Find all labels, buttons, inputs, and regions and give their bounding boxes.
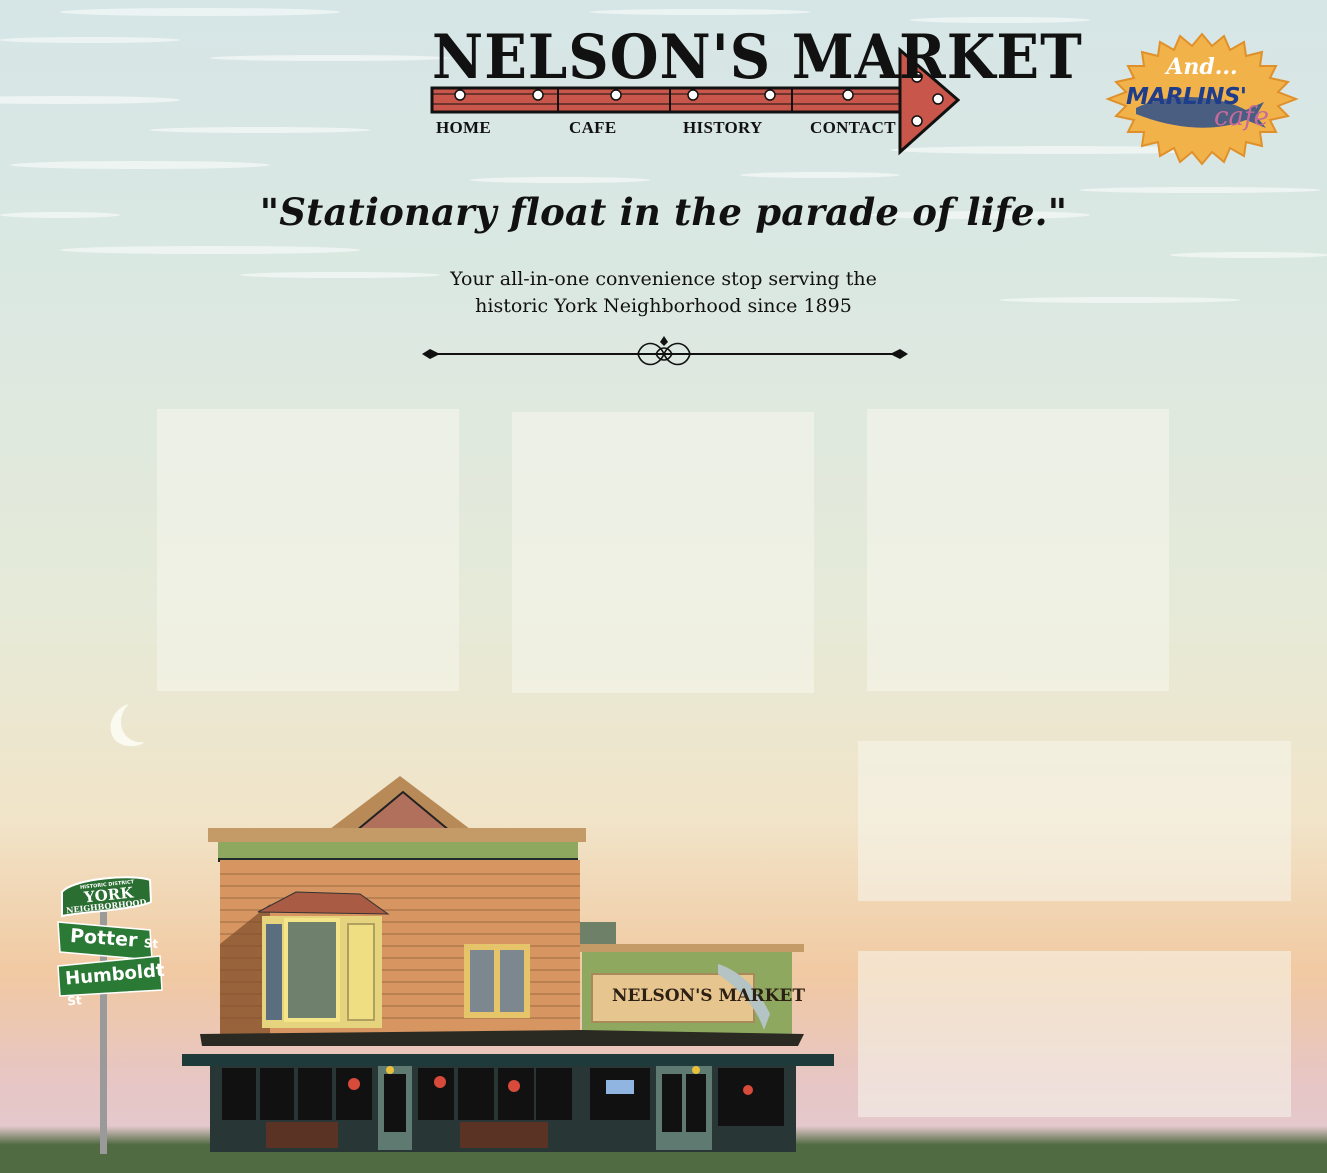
main-nav: HOME CAFE HISTORY CONTACT bbox=[436, 118, 896, 140]
site-logo[interactable]: NELSON'S MARKET HOME CAFE HISTORY CONTAC… bbox=[430, 22, 1082, 157]
logo-title: NELSON'S MARKET bbox=[432, 22, 1083, 94]
sign-street-1-suffix: St bbox=[143, 936, 159, 952]
moon-icon bbox=[110, 704, 145, 747]
badge-intro: And... bbox=[1166, 54, 1238, 80]
intro-text: Your all-in-one convenience stop serving… bbox=[0, 266, 1327, 320]
content-panel-2 bbox=[512, 412, 814, 693]
content-panel-3 bbox=[867, 409, 1169, 691]
storefront-sign-text: NELSON'S MARKET bbox=[612, 986, 805, 1006]
nav-contact[interactable]: CONTACT bbox=[810, 118, 896, 138]
badge-suffix: cafe bbox=[1214, 102, 1270, 132]
storefront-illustration bbox=[182, 776, 834, 1152]
tagline: "Stationary float in the parade of life.… bbox=[259, 190, 1068, 234]
intro-line-1: Your all-in-one convenience stop serving… bbox=[450, 268, 877, 290]
marlins-cafe-badge[interactable]: And... MARLINS' cafe bbox=[1096, 32, 1308, 166]
nav-home[interactable]: HOME bbox=[436, 118, 491, 138]
street-sign: HISTORIC DISTRICT YORK NEIGHBORHOOD Pott… bbox=[54, 872, 169, 1161]
sign-street-1-name: Potter bbox=[69, 924, 139, 952]
nav-history[interactable]: HISTORY bbox=[683, 118, 763, 138]
content-panel-5 bbox=[858, 951, 1291, 1117]
intro-line-2: historic York Neighborhood since 1895 bbox=[475, 295, 852, 317]
ornamental-divider bbox=[422, 336, 908, 366]
content-panel-1 bbox=[157, 409, 459, 691]
sign-street-2-suffix: St bbox=[66, 993, 83, 1009]
content-panel-4 bbox=[858, 741, 1291, 901]
sign-street-2: Humboldt St bbox=[64, 960, 170, 1011]
street-sign-graphic bbox=[57, 876, 163, 1154]
nav-cafe[interactable]: CAFE bbox=[569, 118, 616, 138]
